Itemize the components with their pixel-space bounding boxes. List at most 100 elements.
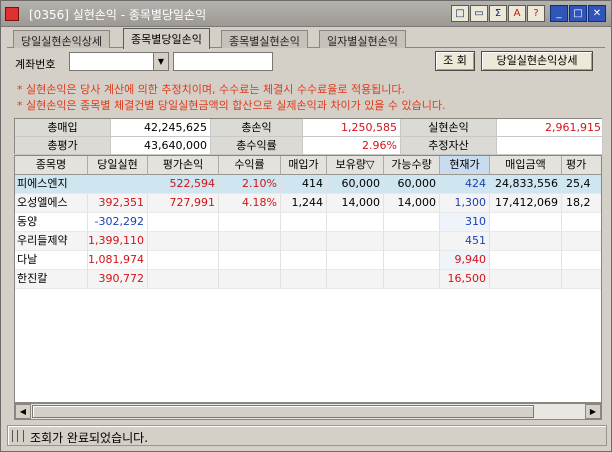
total-eval-label: 총평가 (15, 137, 111, 155)
cell-eval-pl[interactable] (148, 232, 219, 251)
font-icon[interactable]: A (508, 5, 526, 22)
cell-eval-pl[interactable] (148, 270, 219, 289)
cell-name[interactable]: 오성엘에스 (15, 194, 88, 213)
cell-buy-amount[interactable] (490, 270, 562, 289)
account-name-field[interactable] (173, 52, 273, 71)
cell-available[interactable] (384, 251, 440, 270)
cell-buy-amount[interactable] (490, 213, 562, 232)
daily-realized-detail-button[interactable]: 당일실현손익상세 (481, 51, 593, 71)
cell-holding[interactable] (327, 213, 384, 232)
cell-buy-price[interactable]: 1,244 (281, 194, 327, 213)
scroll-thumb[interactable] (32, 405, 534, 418)
layout-icon[interactable]: ▭ (470, 5, 488, 22)
cell-holding[interactable]: 60,000 (327, 175, 384, 194)
cell-eval-amount[interactable] (562, 213, 601, 232)
maximize-button[interactable]: □ (569, 5, 587, 22)
cell-eval-amount[interactable] (562, 270, 601, 289)
cell-rate[interactable] (219, 232, 281, 251)
col-header-buy-price[interactable]: 매입가 (281, 156, 327, 175)
col-header-eval-amount[interactable]: 평가 (562, 156, 601, 175)
cell-buy-amount[interactable]: 17,412,069 (490, 194, 562, 213)
cell-holding[interactable]: 14,000 (327, 194, 384, 213)
cell-eval-amount[interactable]: 18,2 (562, 194, 601, 213)
cell-eval-pl[interactable] (148, 213, 219, 232)
cell-buy-amount[interactable]: 24,833,556 (490, 175, 562, 194)
tab-stock-realized-pl[interactable]: 종목별실현손익 (221, 30, 308, 48)
chevron-down-icon[interactable]: ▼ (153, 53, 168, 70)
cell-buy-price[interactable] (281, 270, 327, 289)
cell-name[interactable]: 동양 (15, 213, 88, 232)
cell-eval-amount[interactable]: 25,4 (562, 175, 601, 194)
cell-name[interactable]: 다날 (15, 251, 88, 270)
cell-available[interactable]: 60,000 (384, 175, 440, 194)
cell-rate[interactable] (219, 270, 281, 289)
cell-holding[interactable] (327, 270, 384, 289)
cell-eval-amount[interactable] (562, 251, 601, 270)
cell-holding[interactable] (327, 251, 384, 270)
total-buy-label: 총매입 (15, 119, 111, 137)
cell-buy-price[interactable] (281, 251, 327, 270)
col-header-name[interactable]: 종목명 (15, 156, 88, 175)
cell-daily-realized[interactable]: 1,399,110 (88, 232, 148, 251)
screen-icon[interactable]: □ (451, 5, 469, 22)
cell-buy-price[interactable]: 414 (281, 175, 327, 194)
cell-eval-pl[interactable]: 522,594 (148, 175, 219, 194)
account-number-select[interactable]: ▼ (69, 52, 169, 71)
notice-line-2: * 실현손익은 종목별 체결건별 당일실현금액의 합산으로 실제손익과 차이가 … (17, 99, 446, 112)
col-header-available[interactable]: 가능수량 (384, 156, 440, 175)
col-header-holding[interactable]: 보유량▽ (327, 156, 384, 175)
cell-buy-price[interactable] (281, 232, 327, 251)
tab-stock-daily-pl[interactable]: 종목별당일손익 (123, 28, 210, 49)
cell-daily-realized[interactable] (88, 175, 148, 194)
cell-buy-price[interactable] (281, 213, 327, 232)
col-header-daily-realized[interactable]: 당일실현 (88, 156, 148, 175)
cell-available[interactable] (384, 270, 440, 289)
cell-holding[interactable] (327, 232, 384, 251)
cell-buy-amount[interactable] (490, 232, 562, 251)
cell-current-price[interactable]: 424 (440, 175, 490, 194)
minimize-button[interactable]: _ (550, 5, 568, 22)
cell-name[interactable]: 한진칼 (15, 270, 88, 289)
cell-name[interactable]: 우리들제약 (15, 232, 88, 251)
cell-rate[interactable] (219, 213, 281, 232)
cell-eval-pl[interactable] (148, 251, 219, 270)
cell-current-price[interactable]: 1,300 (440, 194, 490, 213)
cell-available[interactable]: 14,000 (384, 194, 440, 213)
cell-rate[interactable] (219, 251, 281, 270)
col-header-rate[interactable]: 수익률 (219, 156, 281, 175)
summary-panel: 총매입 42,245,625 총손익 1,250,585 실현손익 2,961,… (14, 118, 603, 155)
cell-current-price[interactable]: 310 (440, 213, 490, 232)
cell-daily-realized[interactable]: -302,292 (88, 213, 148, 232)
col-header-buy-amount[interactable]: 매입금액 (490, 156, 562, 175)
tab-daily-realized-detail[interactable]: 당일실현손익상세 (13, 30, 110, 48)
sort-icon[interactable]: ▽ (366, 158, 374, 171)
close-button[interactable]: ✕ (588, 5, 606, 22)
cell-rate[interactable]: 4.18% (219, 194, 281, 213)
holdings-grid[interactable]: 종목명 당일실현 평가손익 수익률 매입가 보유량▽ 가능수량 현재가 매입금액… (14, 155, 602, 403)
cell-current-price[interactable]: 16,500 (440, 270, 490, 289)
cell-eval-amount[interactable] (562, 232, 601, 251)
cell-buy-amount[interactable] (490, 251, 562, 270)
total-buy-value: 42,245,625 (111, 119, 211, 137)
horizontal-scrollbar[interactable]: ◀ ▶ (14, 403, 602, 420)
cell-available[interactable] (384, 232, 440, 251)
col-header-current-price[interactable]: 현재가 (440, 156, 490, 175)
tab-date-realized-pl[interactable]: 일자별실현손익 (319, 30, 406, 48)
col-header-eval-pl[interactable]: 평가손익 (148, 156, 219, 175)
help-icon[interactable]: ? (527, 5, 545, 22)
status-bar: 조회가 완료되었습니다. (7, 425, 607, 446)
sum-icon[interactable]: Σ (489, 5, 507, 22)
chevron-right-icon[interactable]: ▶ (585, 404, 601, 419)
query-button[interactable]: 조 회 (435, 51, 475, 71)
cell-daily-realized[interactable]: 1,081,974 (88, 251, 148, 270)
chevron-left-icon[interactable]: ◀ (15, 404, 31, 419)
cell-available[interactable] (384, 213, 440, 232)
cell-eval-pl[interactable]: 727,991 (148, 194, 219, 213)
cell-rate[interactable]: 2.10% (219, 175, 281, 194)
cell-current-price[interactable]: 9,940 (440, 251, 490, 270)
cell-daily-realized[interactable]: 390,772 (88, 270, 148, 289)
cell-name[interactable]: 피에스엔지 (15, 175, 88, 194)
cell-current-price[interactable]: 451 (440, 232, 490, 251)
cell-daily-realized[interactable]: 392,351 (88, 194, 148, 213)
est-asset-label: 추정자산 (401, 137, 497, 155)
